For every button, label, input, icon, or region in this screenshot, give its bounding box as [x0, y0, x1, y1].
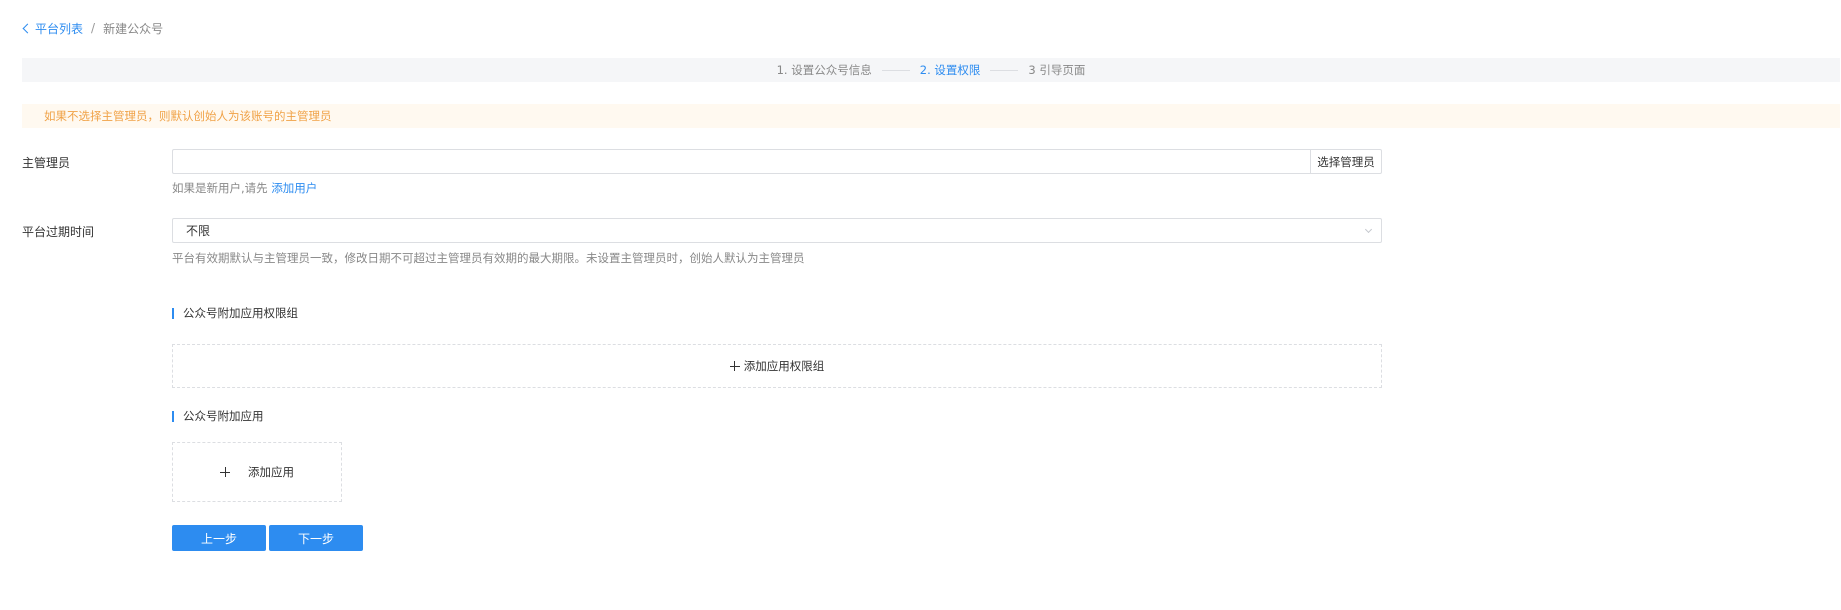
expiry-selected-value: 不限 — [186, 224, 211, 238]
steps-bar: 1. 设置公众号信息 2. 设置权限 3 引导页面 — [22, 58, 1840, 82]
chevron-left-icon — [22, 23, 33, 34]
warning-alert: 如果不选择主管理员，则默认创始人为该账号的主管理员 — [22, 104, 1840, 128]
add-permission-group-label: 添加应用权限组 — [743, 359, 825, 373]
section-accent-bar — [172, 410, 174, 422]
back-link[interactable]: 平台列表 — [22, 20, 84, 37]
step-connector — [990, 69, 1019, 71]
permission-group-section-title: 公众号附加应用权限组 — [172, 306, 298, 320]
next-step-button[interactable]: 下一步 — [269, 525, 363, 551]
admin-label: 主管理员 — [22, 156, 71, 170]
add-app-label: 添加应用 — [248, 465, 294, 479]
prev-step-button[interactable]: 上一步 — [172, 525, 266, 551]
step-3: 3 引导页面 — [1028, 63, 1086, 77]
admin-help-text: 如果是新用户,请先 — [172, 181, 268, 195]
alert-text: 如果不选择主管理员，则默认创始人为该账号的主管理员 — [44, 109, 332, 123]
step-1: 1. 设置公众号信息 — [776, 63, 872, 77]
add-permission-group-button[interactable]: 添加应用权限组 — [172, 344, 1382, 388]
admin-input-group: 选择管理员 — [172, 149, 1382, 174]
step-connector — [881, 69, 910, 71]
chevron-down-icon — [1364, 225, 1373, 234]
breadcrumb-current: 新建公众号 — [103, 21, 164, 36]
select-admin-button[interactable]: 选择管理员 — [1310, 149, 1382, 174]
breadcrumb: 平台列表 / 新建公众号 — [22, 20, 164, 37]
apps-section-title: 公众号附加应用 — [172, 409, 264, 423]
breadcrumb-separator: / — [91, 21, 96, 35]
breadcrumb-back-label: 平台列表 — [35, 21, 84, 36]
step-2: 2. 设置权限 — [919, 63, 981, 77]
plus-icon — [220, 467, 230, 477]
permission-group-title: 公众号附加应用权限组 — [183, 306, 298, 320]
admin-input[interactable] — [172, 149, 1310, 174]
add-user-link[interactable]: 添加用户 — [271, 181, 317, 195]
section-accent-bar — [172, 307, 174, 319]
add-app-button[interactable]: 添加应用 — [172, 442, 342, 502]
plus-icon — [729, 361, 740, 371]
expiry-help: 平台有效期默认与主管理员一致，修改日期不可超过主管理员有效期的最大期限。未设置主… — [172, 251, 805, 265]
admin-help: 如果是新用户,请先 添加用户 — [172, 180, 317, 196]
expiry-select[interactable]: 不限 — [172, 218, 1382, 243]
apps-title: 公众号附加应用 — [183, 409, 264, 423]
expiry-label: 平台过期时间 — [22, 225, 95, 239]
